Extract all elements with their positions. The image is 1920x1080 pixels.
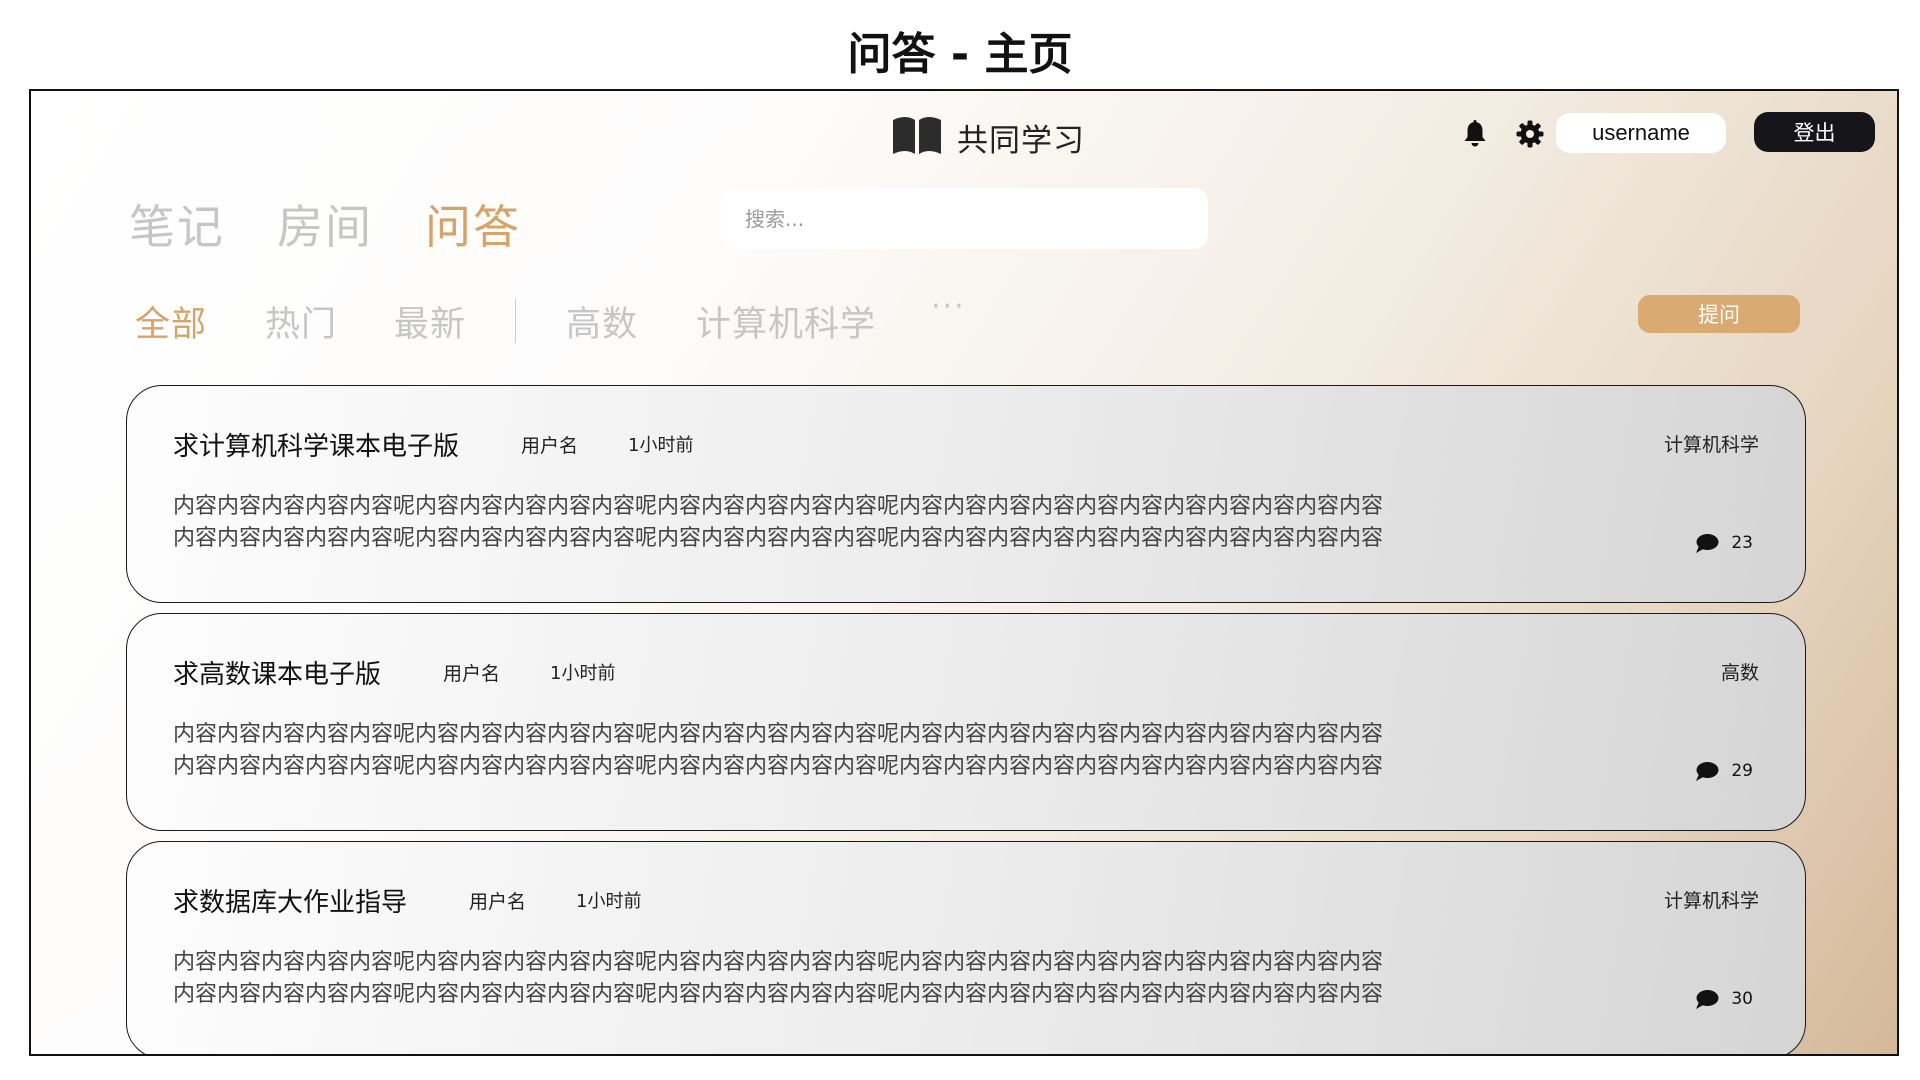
username-pill[interactable]: username: [1556, 113, 1726, 153]
excerpt-line: 内容内容内容内容内容呢内容内容内容内容内容呢内容内容内容内容内容呢内容内容内容内…: [173, 494, 1384, 519]
question-excerpt: 内容内容内容内容内容呢内容内容内容内容内容呢内容内容内容内容内容呢内容内容内容内…: [173, 719, 1453, 783]
search-input[interactable]: [721, 188, 1208, 249]
comment-count[interactable]: 29: [1695, 760, 1753, 782]
filter-hot[interactable]: 热门: [265, 296, 337, 347]
tab-qa[interactable]: 问答: [425, 191, 521, 257]
question-time: 1小时前: [576, 891, 642, 912]
question-title: 求高数课本电子版: [173, 659, 382, 690]
more-filters-icon[interactable]: ···: [931, 289, 966, 324]
question-excerpt: 内容内容内容内容内容呢内容内容内容内容内容呢内容内容内容内容内容呢内容内容内容内…: [173, 491, 1453, 555]
question-title: 求计算机科学课本电子版: [173, 431, 460, 462]
comment-icon: [1696, 990, 1719, 1009]
book-icon: [891, 114, 943, 160]
comment-count-value: 23: [1731, 533, 1753, 553]
filter-math[interactable]: 高数: [566, 296, 638, 347]
bell-icon[interactable]: [1460, 119, 1490, 149]
excerpt-line: 内容内容内容内容内容呢内容内容内容内容内容呢内容内容内容内容内容呢内容内容内容内…: [173, 754, 1384, 779]
tab-notes[interactable]: 笔记: [129, 191, 225, 257]
question-card[interactable]: 求数据库大作业指导 用户名 1小时前 计算机科学 内容内容内容内容内容呢内容内容…: [126, 841, 1806, 1054]
comment-count[interactable]: 30: [1695, 988, 1753, 1010]
comment-icon: [1696, 534, 1719, 553]
question-tag[interactable]: 高数: [1721, 658, 1759, 685]
filter-all[interactable]: 全部: [135, 296, 207, 347]
question-excerpt: 内容内容内容内容内容呢内容内容内容内容内容呢内容内容内容内容内容呢内容内容内容内…: [173, 947, 1453, 1011]
question-title: 求数据库大作业指导: [173, 887, 408, 918]
excerpt-line: 内容内容内容内容内容呢内容内容内容内容内容呢内容内容内容内容内容呢内容内容内容内…: [173, 526, 1384, 551]
filter-latest[interactable]: 最新: [394, 296, 466, 347]
app-frame: 共同学习 username 登出 笔记 房间 问答 全部 热门 最新 高数 计算: [29, 89, 1899, 1056]
question-author[interactable]: 用户名: [521, 431, 578, 458]
filter-divider: [515, 299, 516, 343]
comment-count-value: 29: [1731, 761, 1753, 781]
question-card[interactable]: 求计算机科学课本电子版 用户名 1小时前 计算机科学 内容内容内容内容内容呢内容…: [126, 385, 1806, 603]
question-time: 1小时前: [628, 435, 694, 456]
question-author[interactable]: 用户名: [443, 659, 500, 686]
question-author[interactable]: 用户名: [469, 887, 526, 914]
question-time: 1小时前: [550, 663, 616, 684]
excerpt-line: 内容内容内容内容内容呢内容内容内容内容内容呢内容内容内容内容内容呢内容内容内容内…: [173, 722, 1384, 747]
brand-name: 共同学习: [957, 122, 1085, 159]
excerpt-line: 内容内容内容内容内容呢内容内容内容内容内容呢内容内容内容内容内容呢内容内容内容内…: [173, 950, 1384, 975]
question-tag[interactable]: 计算机科学: [1664, 886, 1759, 913]
gear-icon[interactable]: [1515, 119, 1545, 149]
excerpt-line: 内容内容内容内容内容呢内容内容内容内容内容呢内容内容内容内容内容呢内容内容内容内…: [173, 982, 1384, 1007]
ask-question-button[interactable]: 提问: [1638, 295, 1800, 333]
filter-cs[interactable]: 计算机科学: [696, 296, 876, 347]
page-caption: 问答 - 主页: [847, 29, 1073, 80]
comment-icon: [1696, 762, 1719, 781]
question-tag[interactable]: 计算机科学: [1664, 430, 1759, 457]
brand[interactable]: 共同学习: [891, 113, 1085, 161]
question-card[interactable]: 求高数课本电子版 用户名 1小时前 高数 内容内容内容内容内容呢内容内容内容内容…: [126, 613, 1806, 831]
comment-count-value: 30: [1731, 989, 1753, 1009]
tab-rooms[interactable]: 房间: [277, 191, 373, 257]
comment-count[interactable]: 23: [1695, 532, 1753, 554]
logout-button[interactable]: 登出: [1754, 112, 1875, 152]
